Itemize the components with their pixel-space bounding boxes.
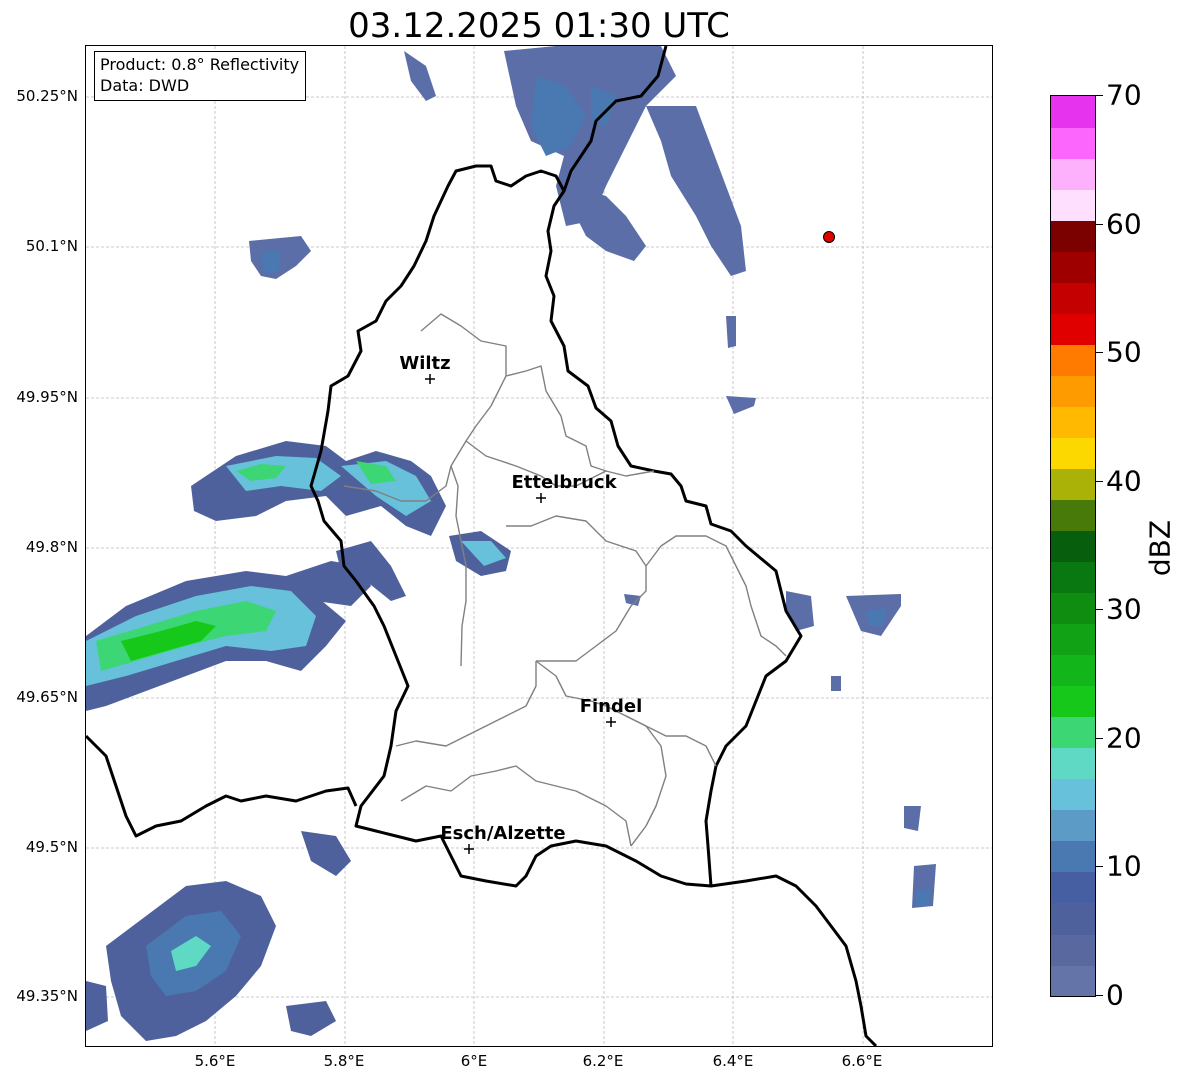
lon-tick-label: 5.6°E <box>194 1052 236 1070</box>
lat-tick-label: 50.25°N <box>16 87 78 105</box>
colorbar-segment <box>1051 468 1095 501</box>
place-label-wiltz: Wiltz <box>399 353 450 374</box>
canton-border-esch-north <box>395 661 537 747</box>
canton-border-mersch <box>506 515 647 662</box>
lat-tick-label: 50.1°N <box>25 237 78 255</box>
lat-tick-label: 49.65°N <box>16 688 78 706</box>
germany-border-south <box>710 874 878 1046</box>
colorbar-tick <box>1096 95 1103 96</box>
lon-tick-label: 6.4°E <box>712 1052 754 1070</box>
colorbar-tick-label: 50 <box>1106 335 1142 369</box>
colorbar <box>1050 95 1096 997</box>
colorbar-segment <box>1051 220 1095 252</box>
colorbar-segment <box>1051 158 1095 190</box>
colorbar-segment <box>1051 344 1095 376</box>
colorbar-segment <box>1051 654 1095 687</box>
colorbar-tick-label: 0 <box>1106 978 1124 1012</box>
colorbar-segment <box>1051 282 1095 314</box>
canton-border-redange <box>450 465 467 667</box>
colorbar-segment <box>1051 127 1095 159</box>
colorbar-tick-label: 40 <box>1106 464 1142 498</box>
canton-border-grevenmacher <box>645 535 787 657</box>
colorbar-tick <box>1096 609 1103 611</box>
lon-tick-label: 6.6°E <box>841 1052 883 1070</box>
colorbar-tick-label: 70 <box>1106 78 1142 112</box>
lat-tick-label: 49.8°N <box>25 538 78 556</box>
canton-border-remich <box>625 715 667 847</box>
colorbar-segment <box>1051 189 1095 221</box>
colorbar-segment <box>1051 313 1095 345</box>
lon-tick-label: 6.2°E <box>582 1052 624 1070</box>
product-label: Product: 0.8° Reflectivity <box>100 55 300 74</box>
place-label-ettelbruck: Ettelbruck <box>511 472 617 493</box>
luxembourg-border <box>309 164 803 888</box>
colorbar-segment <box>1051 96 1095 128</box>
colorbar-segment <box>1051 964 1095 996</box>
colorbar-segment <box>1051 375 1095 407</box>
colorbar-tick-label: 60 <box>1106 207 1142 241</box>
place-markers <box>425 374 616 854</box>
colorbar-tick-label: 30 <box>1106 592 1142 626</box>
colorbar-segment <box>1051 499 1095 532</box>
colorbar-segment <box>1051 933 1095 966</box>
radar-site-marker[interactable] <box>823 231 835 243</box>
data-source-label: Data: DWD <box>100 76 190 95</box>
lon-tick-label: 5.8°E <box>323 1052 365 1070</box>
france-belgium-border <box>86 734 358 838</box>
colorbar-segment <box>1051 406 1095 438</box>
colorbar-segment <box>1051 809 1095 842</box>
colorbar-segment <box>1051 251 1095 283</box>
map-canvas: Wiltz Ettelbruck Findel Esch/Alzette <box>86 46 992 1046</box>
colorbar-tick-label: 20 <box>1106 721 1142 755</box>
echo-fragments-east-core <box>866 608 931 906</box>
colorbar-tick <box>1096 480 1103 482</box>
colorbar-segment <box>1051 902 1095 935</box>
colorbar-segment <box>1051 561 1095 594</box>
canton-borders <box>343 313 787 847</box>
lon-tick-label: 6°E <box>460 1052 488 1070</box>
colorbar-segment <box>1051 685 1095 718</box>
colorbar-tick-label: 10 <box>1106 849 1142 883</box>
place-label-findel: Findel <box>580 696 643 717</box>
colorbar-segment <box>1051 716 1095 749</box>
lat-tick-label: 49.35°N <box>16 987 78 1005</box>
colorbar-segment <box>1051 592 1095 625</box>
product-info-box: Product: 0.8° Reflectivity Data: DWD <box>94 51 307 101</box>
lat-tick-label: 49.95°N <box>16 388 78 406</box>
colorbar-segment <box>1051 623 1095 656</box>
colorbar-tick <box>1096 737 1103 739</box>
colorbar-segment <box>1051 747 1095 780</box>
map-title: 03.12.2025 01:30 UTC <box>348 6 730 46</box>
colorbar-tick <box>1096 352 1103 354</box>
radar-echoes <box>86 46 936 1041</box>
echo-fragments-east <box>624 591 936 908</box>
lat-tick-label: 49.5°N <box>25 838 78 856</box>
canton-border-clervaux-vianden <box>505 365 607 472</box>
echo-cluster-northeast <box>249 46 756 414</box>
colorbar-tick <box>1096 995 1103 996</box>
place-label-esch-alzette: Esch/Alzette <box>440 823 565 844</box>
colorbar-segment <box>1051 437 1095 469</box>
colorbar-segment <box>1051 778 1095 811</box>
colorbar-unit-label: dBZ <box>1143 519 1177 577</box>
map-plot-area[interactable]: Wiltz Ettelbruck Findel Esch/Alzette <box>85 45 993 1047</box>
colorbar-tick <box>1096 866 1103 868</box>
colorbar-tick <box>1096 223 1103 225</box>
colorbar-segment <box>1051 530 1095 563</box>
colorbar-segment <box>1051 871 1095 904</box>
colorbar-segment <box>1051 840 1095 873</box>
